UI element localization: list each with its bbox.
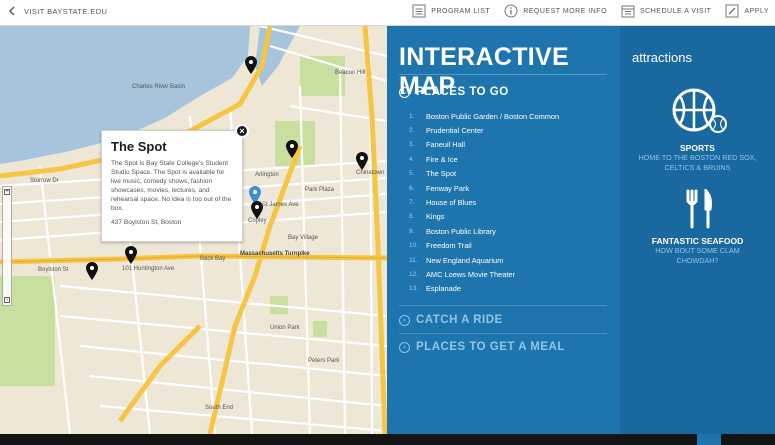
map-pin[interactable] <box>125 246 137 264</box>
fork-knife-icon <box>686 187 712 229</box>
ride-heading: CATCH A RIDE <box>416 314 503 326</box>
list-item[interactable]: 7. House of Blues <box>409 195 599 209</box>
attraction-name: SPORTS <box>680 143 715 153</box>
popup-close-button[interactable]: × <box>235 124 249 138</box>
attraction-seafood[interactable]: FANTASTIC SEAFOOD HOW BOUT SOME CLAM CHO… <box>620 187 775 265</box>
calendar-icon <box>621 5 635 18</box>
bottom-tab[interactable] <box>697 434 721 445</box>
zoom-in-button[interactable]: + <box>4 189 10 195</box>
map-pin[interactable] <box>286 140 298 158</box>
label-park-plaza: Park Plaza <box>305 187 335 193</box>
top-bar: VISIT BAYSTATE.EDU PROGRAM LIST REQUEST … <box>0 0 775 26</box>
apply-link[interactable]: APPLY <box>725 4 769 18</box>
label-beacon-hill: Beacon Hill <box>335 70 365 76</box>
visit-site-label: VISIT BAYSTATE.EDU <box>24 6 108 16</box>
label-south-end: South End <box>205 405 233 411</box>
list-item[interactable]: 10. Freedom Trail <box>409 239 599 253</box>
basketball-icon <box>672 88 727 133</box>
label-stjames: St James Ave <box>262 202 299 208</box>
top-nav: PROGRAM LIST REQUEST MORE INFO SCHEDULE … <box>412 4 769 18</box>
places-heading: PLACES TO GO <box>416 86 509 98</box>
attraction-sports[interactable]: SPORTS HOME TO THE BOSTON RED SOX, CELTI… <box>620 86 775 172</box>
label-boylston: Boylston St <box>38 267 69 273</box>
meal-heading: PLACES TO GET A MEAL <box>416 341 565 353</box>
list-item[interactable]: 1. Boston Public Garden / Boston Common <box>409 109 599 123</box>
list-item[interactable]: 4. Fire & Ice <box>409 152 599 166</box>
map-pin[interactable] <box>251 201 263 219</box>
label-storrow: Storrow Dr <box>30 178 59 184</box>
attractions-panel: attractions SPORTS HOME TO THE BOSTON RE… <box>620 26 775 434</box>
location-popup: × The Spot The Spot is Bay State College… <box>101 124 249 242</box>
pencil-icon <box>725 4 739 18</box>
request-info-label: REQUEST MORE INFO <box>523 7 608 15</box>
popup-description: The Spot is Bay State College's Student … <box>111 160 232 212</box>
program-list-link[interactable]: PROGRAM LIST <box>412 4 490 18</box>
list-item[interactable]: 8. Kings <box>409 210 599 224</box>
zoom-control[interactable]: + − <box>2 186 12 306</box>
map-area[interactable]: Charles River Basin Beacon Hill Bay Vill… <box>0 26 387 434</box>
places-to-go-toggle[interactable]: ⌄ PLACES TO GO <box>399 86 509 98</box>
list-item[interactable]: 5. The Spot <box>409 167 599 181</box>
label-bay-village: Bay Village <box>288 235 319 241</box>
map-pin[interactable] <box>356 152 368 170</box>
attraction-name: FANTASTIC SEAFOOD <box>651 236 744 246</box>
label-peters-park: Peters Park <box>308 358 340 364</box>
popup-title: The Spot <box>111 139 167 154</box>
arrow-left-icon <box>9 6 15 16</box>
visit-site-link[interactable]: VISIT BAYSTATE.EDU <box>8 6 107 16</box>
label-union-park: Union Park <box>270 325 301 331</box>
label-river: Charles River Basin <box>132 84 185 90</box>
bottom-bar <box>0 434 775 445</box>
label-chinatown: Chinatown <box>356 170 384 176</box>
divider <box>399 305 607 306</box>
divider <box>399 74 607 75</box>
list-item[interactable]: 11. New England Aquarium <box>409 253 599 267</box>
places-panel: INTERACTIVE MAP ⌄ PLACES TO GO 1. Boston … <box>387 26 620 434</box>
places-to-get-a-meal-toggle[interactable]: › PLACES TO GET A MEAL <box>399 341 565 353</box>
list-icon <box>412 4 426 18</box>
request-info-link[interactable]: REQUEST MORE INFO <box>504 4 607 18</box>
program-list-label: PROGRAM LIST <box>431 7 491 15</box>
divider <box>399 333 607 334</box>
apply-label: APPLY <box>744 7 769 15</box>
zoom-out-button[interactable]: − <box>4 297 10 303</box>
chevron-down-icon: ⌄ <box>399 86 410 98</box>
attraction-description: HOME TO THE BOSTON RED SOX, CELTICS & BR… <box>638 153 757 172</box>
list-item[interactable]: 12. AMC Loews Movie Theater <box>409 267 599 281</box>
chevron-right-icon: › <box>399 314 410 326</box>
list-item[interactable]: 9. Boston Public Library <box>409 224 599 238</box>
places-list: 1. Boston Public Garden / Boston Common 2… <box>409 109 599 296</box>
map-pin[interactable] <box>245 56 257 74</box>
list-item[interactable]: 13. Esplanade <box>409 282 599 296</box>
list-item[interactable]: 2. Prudential Center <box>409 123 599 137</box>
schedule-visit-label: SCHEDULE A VISIT <box>640 7 712 15</box>
label-huntington: 101 Huntington Ave <box>122 266 175 272</box>
info-icon <box>504 4 518 18</box>
catch-a-ride-toggle[interactable]: › CATCH A RIDE <box>399 314 503 326</box>
attractions-title: attractions <box>632 50 692 65</box>
schedule-visit-link[interactable]: SCHEDULE A VISIT <box>621 4 711 18</box>
list-item[interactable]: 3. Faneuil Hall <box>409 138 599 152</box>
map-pin[interactable] <box>86 262 98 280</box>
label-turnpike: Massachusetts Turnpike <box>240 251 310 257</box>
label-arlington: Arlington <box>255 172 279 178</box>
popup-address: 437 Boylston St, Boston <box>111 219 182 226</box>
chevron-right-icon: › <box>399 341 410 353</box>
list-item[interactable]: 6. Fenway Park <box>409 181 599 195</box>
attraction-description: HOW BOUT SOME CLAM CHOWDAH? <box>655 246 740 265</box>
label-back-bay-station: Back Bay <box>200 256 225 262</box>
